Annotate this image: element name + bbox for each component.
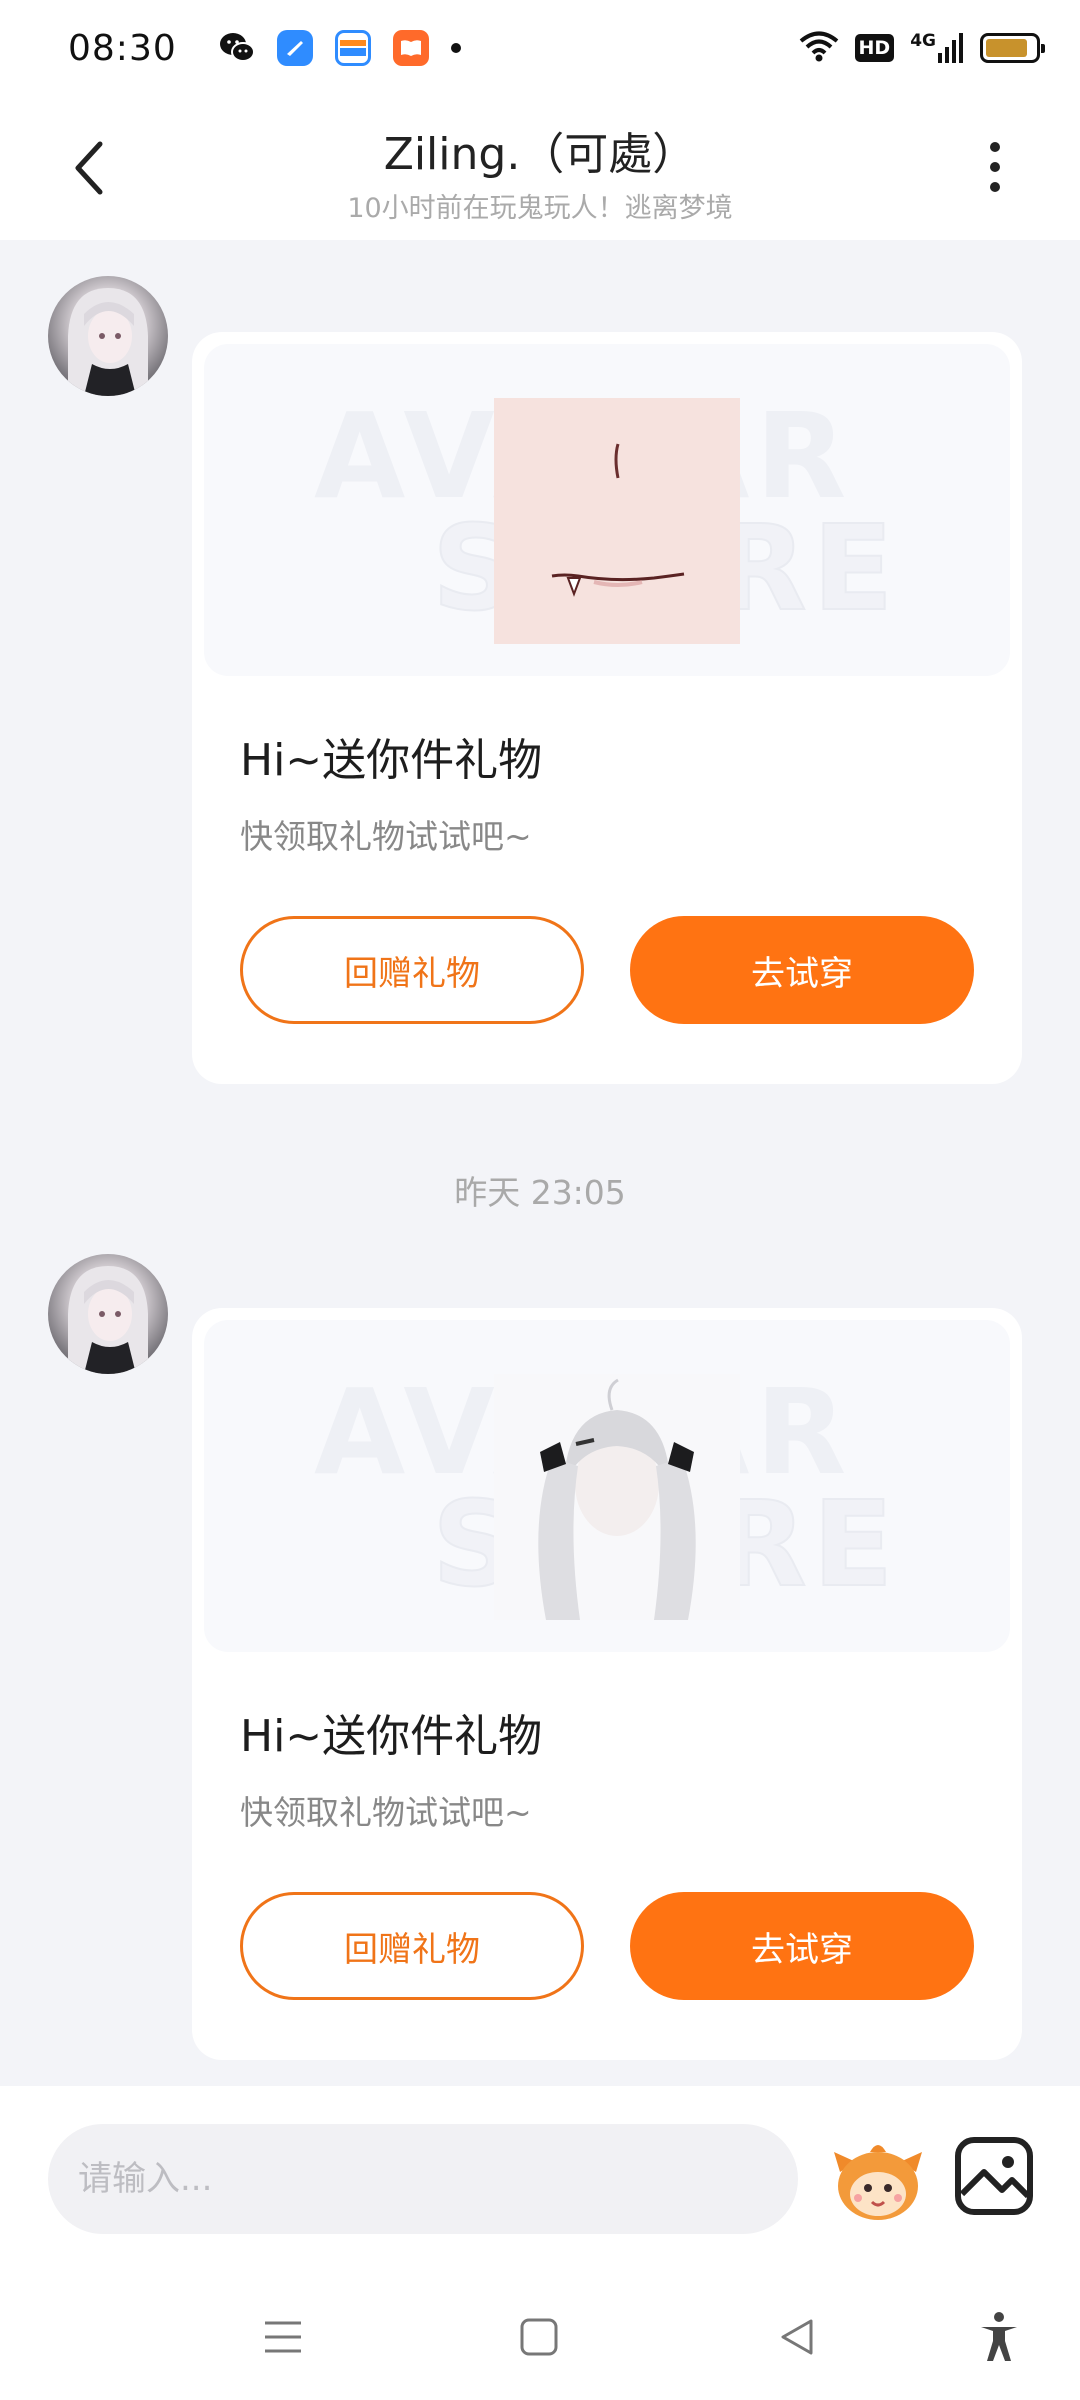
more-dot-icon xyxy=(990,182,1000,192)
reader-icon xyxy=(392,30,429,66)
back-button[interactable] xyxy=(60,136,120,200)
return-gift-button[interactable]: 回赠礼物 xyxy=(240,916,584,1024)
wifi-icon xyxy=(799,30,839,66)
try-on-button[interactable]: 去试穿 xyxy=(630,916,974,1024)
gift-preview[interactable]: AVATAR STORE xyxy=(204,344,1010,676)
gift-title: Hi~送你件礼物 xyxy=(240,735,543,786)
system-nav-bar xyxy=(0,2272,1080,2400)
image-icon xyxy=(955,2137,1033,2215)
browser-icon xyxy=(276,30,313,66)
chevron-left-icon xyxy=(75,141,103,195)
status-bar: 08:30 HD 4G xyxy=(0,0,1080,96)
network-type: 4G xyxy=(910,31,936,51)
battery-level xyxy=(986,39,1027,57)
chat-screen: 08:30 HD 4G Ziling.（可處） 10小时前在玩鬼玩人！逃离梦境 … xyxy=(0,0,1080,2400)
battery-icon xyxy=(980,33,1045,63)
back-nav-button[interactable] xyxy=(762,2302,832,2372)
twin-tail-hair-icon xyxy=(494,1374,740,1620)
message-input[interactable] xyxy=(48,2124,798,2234)
image-picker-button[interactable] xyxy=(952,2134,1036,2218)
notification-dot-icon xyxy=(450,43,461,53)
gift-message-card[interactable]: AVATAR STORE Hi~送你件礼物 快领取礼物试试吧~ 回赠礼物 xyxy=(192,1308,1022,2060)
more-dot-icon xyxy=(990,162,1000,172)
sender-avatar[interactable] xyxy=(48,1254,168,1374)
chat-header: Ziling.（可處） 10小时前在玩鬼玩人！逃离梦境 xyxy=(0,96,1080,240)
signal-icon: 4G xyxy=(910,33,964,63)
home-nav-button[interactable] xyxy=(504,2302,574,2372)
wallet-icon xyxy=(334,30,371,66)
accessibility-button[interactable] xyxy=(964,2302,1034,2372)
chat-title: Ziling.（可處） xyxy=(383,129,697,180)
mascot-sticker-icon xyxy=(834,2145,922,2220)
gift-preview[interactable]: AVATAR STORE xyxy=(204,1320,1010,1652)
sticker-button[interactable] xyxy=(830,2132,926,2228)
message-input-bar xyxy=(0,2086,1080,2272)
return-gift-button[interactable]: 回赠礼物 xyxy=(240,1892,584,2000)
sender-avatar[interactable] xyxy=(48,276,168,396)
menu-nav-button[interactable] xyxy=(248,2302,318,2372)
triangle-back-icon xyxy=(781,2319,813,2355)
gift-description: 快领取礼物试试吧~ xyxy=(240,817,532,856)
chat-subtitle: 10小时前在玩鬼玩人！逃离梦境 xyxy=(347,193,733,224)
more-dot-icon xyxy=(990,142,1000,152)
wechat-icon xyxy=(219,30,255,66)
hd-badge: HD xyxy=(854,34,895,62)
face-makeup-icon xyxy=(494,398,740,644)
status-app-icons xyxy=(219,30,461,66)
more-options-button[interactable] xyxy=(970,132,1020,202)
menu-icon xyxy=(265,2321,301,2353)
square-home-icon xyxy=(520,2318,558,2356)
gift-message-card[interactable]: AVATAR STORE Hi~送你件礼物 快领取礼物试试吧~ 回赠礼物 去试穿 xyxy=(192,332,1022,1084)
status-indicators: HD 4G xyxy=(799,30,1045,66)
accessibility-icon xyxy=(981,2312,1017,2361)
title-block: Ziling.（可處） 10小时前在玩鬼玩人！逃离梦境 xyxy=(200,118,880,225)
gift-title: Hi~送你件礼物 xyxy=(240,1711,543,1762)
message-timestamp: 昨天 23:05 xyxy=(454,1173,626,1212)
gift-description: 快领取礼物试试吧~ xyxy=(240,1793,532,1832)
try-on-button[interactable]: 去试穿 xyxy=(630,1892,974,2000)
status-time: 08:30 xyxy=(68,27,177,69)
